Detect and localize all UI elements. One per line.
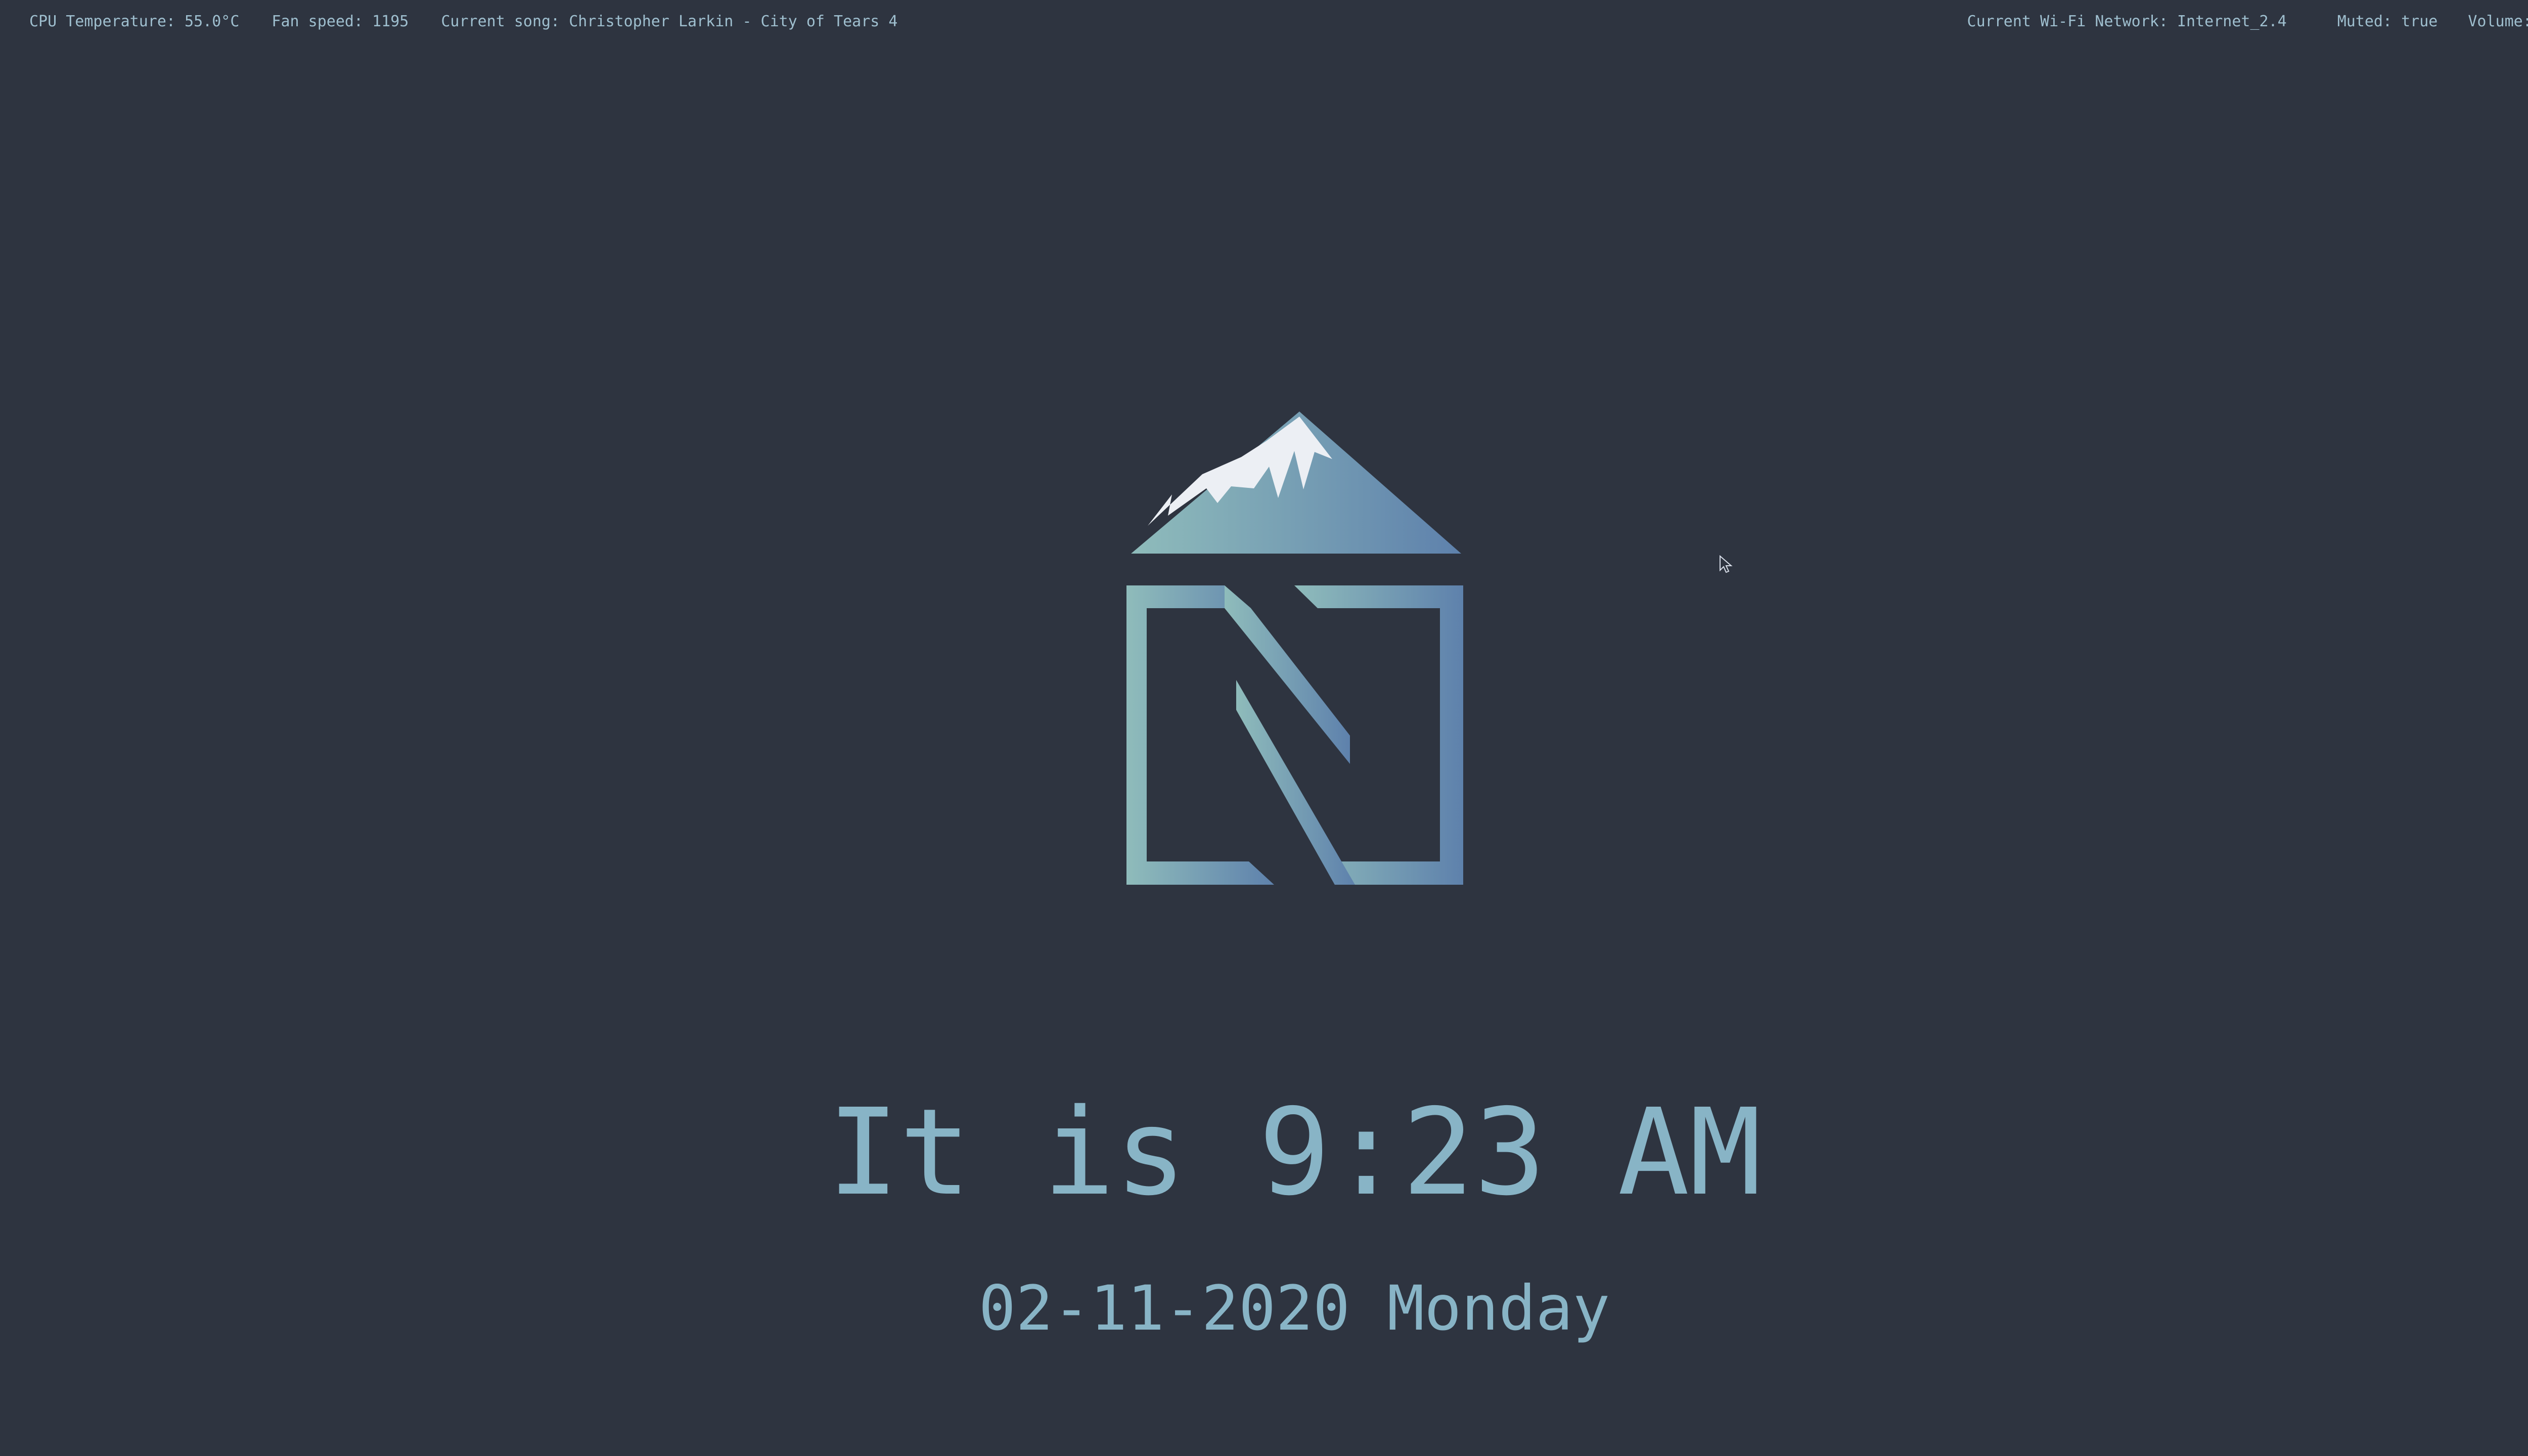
status-bar-right: Current Wi-Fi Network: Internet_2.4 Mute… [1967,14,2528,29]
mouse-pointer-icon [1720,555,1733,573]
current-song: Current song: Christopher Larkin - City … [441,13,898,30]
logo-diagonal-lower-fill [1236,680,1355,885]
clock-time: It is 9:23 AM [827,1083,1762,1222]
status-bar: CPU Temperature: 55.0°C Fan speed: 1195 … [0,0,2528,46]
fan-speed: Fan speed: 1195 [272,13,409,30]
volume-level: Volume: 38 [2468,13,2528,30]
mute-status: Muted: true [2337,13,2438,30]
wifi-network: Current Wi-Fi Network: Internet_2.4 [1967,13,2287,30]
logo-diagonal-upper [1225,585,1350,764]
cpu-temperature: CPU Temperature: 55.0°C [29,13,240,30]
nordic-mountain-logo-icon [1126,412,1463,885]
status-bar-left: CPU Temperature: 55.0°C Fan speed: 1195 … [29,14,897,29]
clock-date: 02-11-2020 Monday [978,1272,1610,1344]
